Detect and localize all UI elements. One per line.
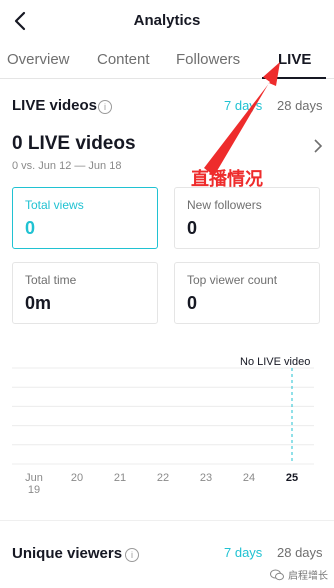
card-label: Top viewer count xyxy=(187,273,278,287)
live-videos-count: 0 LIVE videos xyxy=(12,133,136,154)
no-live-annotation: No LIVE video xyxy=(240,356,311,368)
watermark-text: 启程增长 xyxy=(288,571,328,582)
info-icon[interactable]: i xyxy=(125,548,139,562)
card-label: Total time xyxy=(25,273,77,287)
chevron-right-icon[interactable] xyxy=(313,139,323,153)
wechat-icon xyxy=(270,569,284,580)
x-tick-label: 25 xyxy=(285,472,299,484)
x-tick-label: Jun 19 xyxy=(25,472,43,496)
card-label: New followers xyxy=(187,198,262,212)
watermark: 启程增长 xyxy=(270,567,328,582)
card-new-followers[interactable]: New followers 0 xyxy=(174,187,320,249)
card-label: Total views xyxy=(25,198,84,212)
chart-svg xyxy=(12,367,314,465)
card-total-time[interactable]: Total time 0m xyxy=(12,262,158,324)
x-tick-label: 23 xyxy=(199,472,213,484)
unique-viewers-title: Unique viewers xyxy=(12,545,123,562)
range-28-days[interactable]: 28 days xyxy=(277,545,323,560)
info-icon[interactable]: i xyxy=(98,100,112,114)
page-title: Analytics xyxy=(133,12,201,29)
comparison-text: 0 vs. Jun 12 — Jun 18 xyxy=(12,160,122,172)
x-tick-label: 22 xyxy=(156,472,170,484)
card-value: 0 xyxy=(187,293,198,313)
x-tick-label: 21 xyxy=(113,472,127,484)
divider xyxy=(0,520,334,521)
live-chart xyxy=(12,350,314,490)
tab-overview[interactable]: Overview xyxy=(7,51,70,68)
x-tick-label: 20 xyxy=(70,472,84,484)
card-value: 0 xyxy=(187,218,198,238)
header: Analytics xyxy=(0,0,334,44)
card-value: 0 xyxy=(25,218,36,238)
tab-content[interactable]: Content xyxy=(97,51,150,68)
card-total-views[interactable]: Total views 0 xyxy=(12,187,158,249)
x-tick-label: 24 xyxy=(242,472,256,484)
annotation-arrow-icon xyxy=(204,62,280,176)
range-7-days[interactable]: 7 days xyxy=(224,545,262,560)
live-videos-title: LIVE videos xyxy=(12,97,98,114)
card-value: 0m xyxy=(25,293,52,313)
card-top-viewer-count[interactable]: Top viewer count 0 xyxy=(174,262,320,324)
